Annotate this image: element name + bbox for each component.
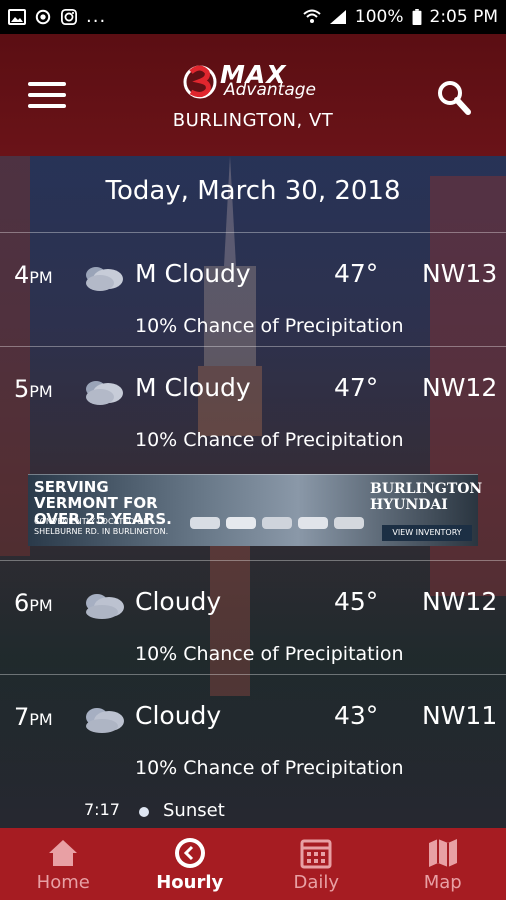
more-notifications: ... (86, 6, 107, 27)
ad-subtext: CONVENIENTLY LOCATED ON SHELBURNE RD. IN… (34, 517, 169, 536)
ad-cta-button[interactable]: VIEW INVENTORY (382, 525, 472, 541)
status-bar: ... 100% 2:05 PM (0, 0, 506, 34)
battery-percent: 100% (354, 7, 404, 27)
sunset-row: 7:17 Sunset (0, 798, 506, 828)
wifi-icon (303, 9, 321, 23)
temperature: 47° (334, 373, 379, 402)
hamburger-bar (28, 82, 66, 86)
bottom-nav: Home Hourly Daily Map (0, 828, 506, 900)
condition-text: Cloudy (135, 701, 222, 730)
hourly-row[interactable]: 5PM M Cloudy 47° NW12 10% Chance of Prec… (0, 346, 506, 460)
nav-item-hourly[interactable]: Hourly (127, 828, 254, 900)
wind: NW12 (422, 373, 498, 402)
battery-icon (412, 9, 421, 25)
image-icon (8, 9, 26, 25)
signal-icon (329, 10, 346, 24)
cloudy-icon (86, 594, 124, 619)
menu-button[interactable] (28, 82, 66, 112)
temperature: 43° (334, 701, 379, 730)
map-icon (428, 839, 457, 867)
hamburger-bar (28, 93, 66, 97)
mostly-cloudy-icon (86, 381, 123, 405)
app-header: MAX Advantage BURLINGTON, VT (0, 34, 506, 156)
hourly-row[interactable]: 4PM M Cloudy 47° NW13 10% Chance of Prec… (0, 232, 506, 346)
forecast-date: Today, March 30, 2018 (105, 176, 401, 206)
hour-label: 6PM (14, 589, 53, 617)
nav-label: Map (423, 872, 462, 893)
nav-label: Hourly (156, 872, 224, 893)
condition-text: M Cloudy (135, 373, 251, 402)
hamburger-bar (28, 104, 66, 108)
nav-item-daily[interactable]: Daily (253, 828, 380, 900)
ad-cars-image (190, 517, 364, 529)
app-logo: MAX Advantage (182, 60, 332, 102)
channel-3-logo-icon (183, 65, 217, 99)
nav-item-map[interactable]: Map (380, 828, 506, 900)
hour-label: 5PM (14, 375, 53, 403)
ad-banner[interactable]: SERVING VERMONT FOR OVER 25 YEARS. CONVE… (28, 474, 482, 546)
cloudy-icon (86, 708, 124, 733)
clock-time: 2:05 PM (429, 7, 499, 27)
precip-chance: 10% Chance of Precipitation (135, 315, 404, 337)
mostly-cloudy-icon (86, 267, 123, 291)
clock-icon (174, 838, 205, 868)
wind: NW12 (422, 587, 498, 616)
calendar-icon (300, 839, 332, 869)
hourly-row[interactable]: 7PM Cloudy 43° NW11 10% Chance of Precip… (0, 674, 506, 788)
temperature: 45° (334, 587, 379, 616)
condition-text: M Cloudy (135, 259, 251, 288)
temperature: 47° (334, 259, 379, 288)
condition-text: Cloudy (135, 587, 222, 616)
nav-label: Daily (293, 872, 340, 893)
ad-brand-line1: BURLINGTON (370, 481, 483, 497)
precip-chance: 10% Chance of Precipitation (135, 643, 404, 665)
hour-label: 4PM (14, 261, 53, 289)
wind: NW13 (422, 259, 498, 288)
ad-brand-line2: HYUNDAI (370, 497, 448, 513)
instagram-icon (61, 9, 77, 25)
precip-chance: 10% Chance of Precipitation (135, 757, 404, 779)
sunset-icon (139, 807, 149, 817)
home-icon (49, 840, 78, 866)
sync-icon (35, 9, 51, 25)
nav-label: Home (36, 872, 90, 893)
hour-label: 7PM (14, 703, 53, 731)
nav-item-home[interactable]: Home (0, 828, 127, 900)
sunset-time: 7:17 (84, 800, 120, 819)
hourly-forecast[interactable]: Today, March 30, 2018 4PM M Cloudy 47° N… (0, 156, 506, 828)
wind: NW11 (422, 701, 498, 730)
location-label: BURLINGTON, VT (172, 110, 334, 131)
precip-chance: 10% Chance of Precipitation (135, 429, 404, 451)
sunset-label: Sunset (163, 800, 225, 821)
logo-advantage-text: Advantage (224, 80, 317, 100)
search-icon[interactable] (434, 78, 474, 118)
hourly-row[interactable]: 6PM Cloudy 45° NW12 10% Chance of Precip… (0, 560, 506, 674)
